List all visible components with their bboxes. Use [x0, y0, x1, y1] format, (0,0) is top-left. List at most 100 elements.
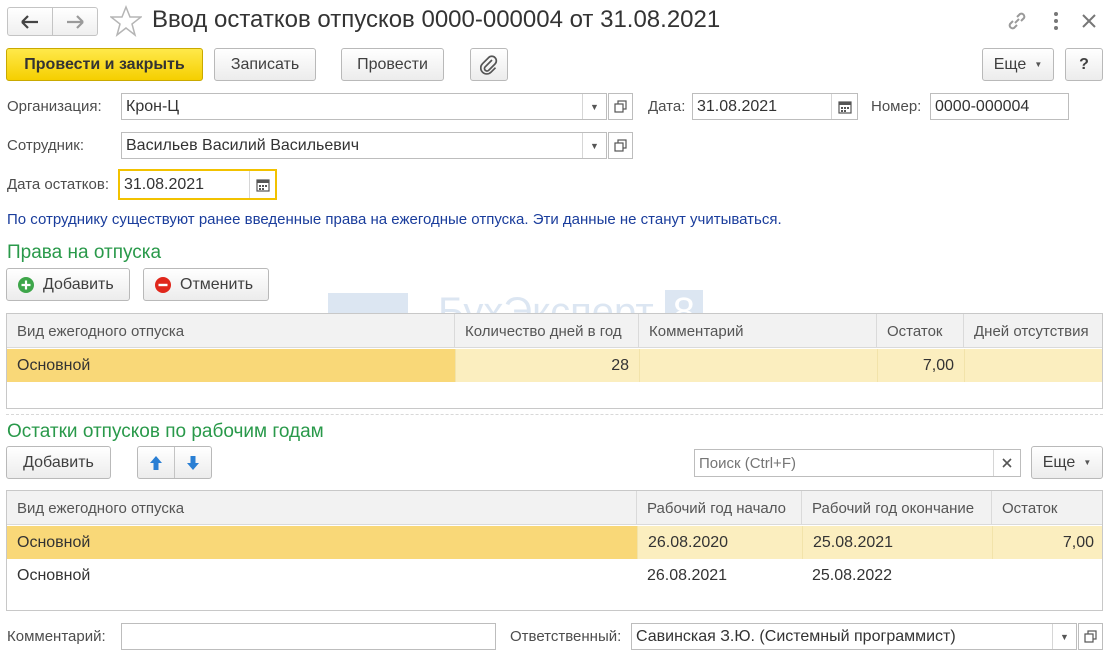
organization-field[interactable]: Крон-Ц ▼	[121, 93, 607, 120]
years-table[interactable]: Вид ежегодного отпуска Рабочий год начал…	[6, 490, 1103, 611]
kebab-menu-button[interactable]	[1046, 10, 1066, 32]
more-label: Еще	[993, 55, 1027, 73]
close-button[interactable]	[1078, 10, 1100, 32]
rights-add-label: Добавить	[43, 275, 114, 293]
open-form-icon	[1084, 630, 1097, 643]
date-field[interactable]: 31.08.2021	[692, 93, 858, 120]
post-button[interactable]: Провести	[341, 48, 444, 81]
paperclip-icon	[480, 54, 498, 75]
years-add-button[interactable]: Добавить	[6, 446, 111, 479]
plus-circle-icon	[18, 276, 34, 293]
column-header[interactable]: Комментарий	[639, 314, 877, 348]
move-down-button[interactable]	[175, 447, 212, 478]
arrow-right-icon	[66, 14, 84, 29]
open-form-icon	[614, 100, 627, 113]
cell-comment[interactable]	[639, 349, 877, 382]
comment-label: Комментарий:	[7, 628, 106, 645]
column-header[interactable]: Остаток	[877, 314, 964, 348]
cell-balance[interactable]	[992, 559, 1102, 592]
rights-add-button[interactable]: Добавить	[6, 268, 130, 301]
rights-cancel-label: Отменить	[180, 275, 254, 293]
employee-open-button[interactable]	[608, 132, 633, 159]
column-header[interactable]: Вид ежегодного отпуска	[7, 314, 455, 348]
organization-label: Организация:	[7, 98, 102, 115]
rights-section-title: Права на отпуска	[7, 242, 162, 263]
cell-type[interactable]: Основной	[7, 559, 637, 592]
column-header[interactable]: Рабочий год начало	[637, 491, 802, 525]
search-input[interactable]	[695, 450, 993, 476]
link-button[interactable]	[1006, 10, 1030, 32]
chevron-down-icon[interactable]: ▼	[1052, 624, 1076, 649]
responsible-open-button[interactable]	[1078, 623, 1103, 650]
nav-buttons	[7, 7, 98, 36]
info-message: По сотруднику существуют ранее введенные…	[7, 211, 782, 228]
employee-field[interactable]: Васильев Василий Васильевич ▼	[121, 132, 607, 159]
post-and-close-button[interactable]: Провести и закрыть	[6, 48, 203, 81]
kebab-icon	[1054, 12, 1058, 30]
favorite-button[interactable]	[110, 5, 142, 37]
window-title: Ввод остатков отпусков 0000-000004 от 31…	[152, 6, 721, 33]
close-icon	[1082, 14, 1096, 28]
save-button[interactable]: Записать	[214, 48, 316, 81]
responsible-label: Ответственный:	[510, 628, 622, 645]
table-row[interactable]: Основной 28 7,00	[7, 349, 1102, 382]
organization-open-button[interactable]	[608, 93, 633, 120]
cell-days[interactable]: 28	[455, 349, 639, 382]
chevron-down-icon[interactable]: ▼	[582, 133, 606, 158]
move-up-button[interactable]	[138, 447, 175, 478]
column-header[interactable]: Рабочий год окончание	[802, 491, 992, 525]
responsible-value: Савинская З.Ю. (Системный программист)	[636, 627, 956, 645]
number-field[interactable]: 0000-000004	[930, 93, 1069, 120]
years-section-title: Остатки отпусков по рабочим годам	[7, 421, 324, 442]
balance-date-field[interactable]: 31.08.2021	[118, 169, 277, 200]
search-clear-button[interactable]	[993, 450, 1020, 476]
cell-balance[interactable]: 7,00	[877, 349, 964, 382]
calendar-button[interactable]	[249, 171, 275, 198]
open-form-icon	[614, 139, 627, 152]
minus-circle-icon	[155, 276, 171, 293]
back-button[interactable]	[8, 8, 53, 35]
number-value: 0000-000004	[935, 97, 1030, 115]
column-header[interactable]: Количество дней в год	[455, 314, 639, 348]
help-button[interactable]: ?	[1065, 48, 1103, 81]
arrow-left-icon	[20, 14, 38, 29]
table-row[interactable]: Основной 26.08.2021 25.08.2022	[7, 559, 1102, 592]
chevron-down-icon[interactable]: ▼	[582, 94, 606, 119]
column-header[interactable]: Вид ежегодного отпуска	[7, 491, 637, 525]
table-row[interactable]: Основной 26.08.2020 25.08.2021 7,00	[7, 526, 1102, 559]
years-table-header: Вид ежегодного отпуска Рабочий год начал…	[7, 491, 1102, 525]
cell-type[interactable]: Основной	[7, 349, 455, 382]
cell-start[interactable]: 26.08.2020	[637, 526, 802, 559]
date-value: 31.08.2021	[697, 97, 778, 115]
star-icon	[110, 5, 142, 37]
column-header[interactable]: Остаток	[992, 491, 1102, 525]
rights-table[interactable]: Вид ежегодного отпуска Количество дней в…	[6, 313, 1103, 409]
forward-button[interactable]	[53, 8, 98, 35]
arrow-up-icon	[149, 455, 162, 470]
attach-button[interactable]	[470, 48, 508, 81]
years-more-button[interactable]: Еще ▼	[1031, 446, 1103, 479]
number-label: Номер:	[871, 98, 922, 115]
employee-label: Сотрудник:	[7, 137, 85, 154]
rights-cancel-button[interactable]: Отменить	[143, 268, 269, 301]
column-header[interactable]: Дней отсутствия	[964, 314, 1102, 348]
link-icon	[1008, 12, 1026, 30]
chevron-down-icon: ▼	[1034, 60, 1043, 69]
rights-table-header: Вид ежегодного отпуска Количество дней в…	[7, 314, 1102, 348]
calendar-button[interactable]	[831, 94, 857, 119]
cell-absence[interactable]	[964, 349, 1102, 382]
balance-date-value: 31.08.2021	[124, 175, 205, 193]
cell-end[interactable]: 25.08.2021	[802, 526, 992, 559]
organization-value: Крон-Ц	[126, 97, 180, 115]
section-divider	[6, 414, 1103, 415]
clear-x-icon	[1002, 458, 1012, 468]
years-more-label: Еще	[1042, 453, 1076, 471]
more-button[interactable]: Еще ▼	[982, 48, 1054, 81]
cell-start[interactable]: 26.08.2021	[637, 559, 802, 592]
search-field[interactable]	[694, 449, 1021, 477]
cell-end[interactable]: 25.08.2022	[802, 559, 992, 592]
responsible-field[interactable]: Савинская З.Ю. (Системный программист) ▼	[631, 623, 1077, 650]
cell-balance[interactable]: 7,00	[992, 526, 1102, 559]
cell-type[interactable]: Основной	[7, 526, 637, 559]
comment-field[interactable]	[121, 623, 496, 650]
